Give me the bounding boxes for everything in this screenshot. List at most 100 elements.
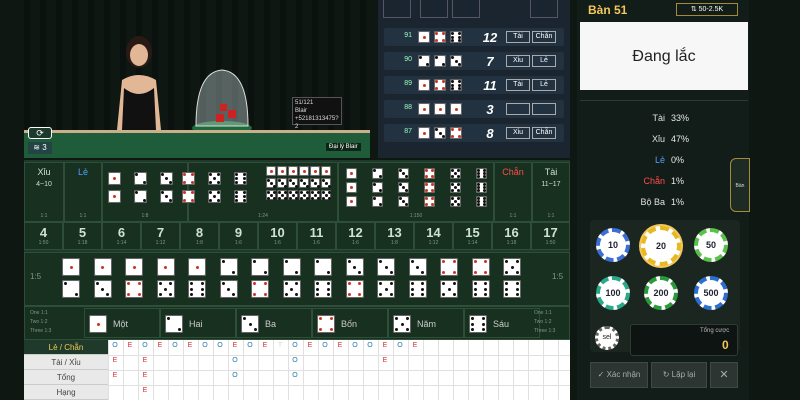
- combo-cell[interactable]: [93, 258, 112, 298]
- die-6: [188, 280, 206, 298]
- combo-cell[interactable]: [125, 258, 143, 298]
- combo-cell[interactable]: [156, 258, 175, 298]
- pip: [384, 287, 388, 291]
- roadmap-tab[interactable]: Hạng: [24, 385, 108, 400]
- number-cell-4[interactable]: 4 1:50: [24, 222, 63, 250]
- pip: [431, 189, 435, 193]
- number-cell-12[interactable]: 12 1:6: [336, 222, 375, 250]
- die-5: [450, 182, 461, 193]
- pip: [242, 191, 246, 195]
- number-odds: 1:6: [274, 240, 281, 246]
- pip: [358, 282, 362, 286]
- chip-10[interactable]: 10: [596, 228, 630, 262]
- pip: [379, 260, 383, 264]
- chip-500[interactable]: 500: [694, 276, 728, 310]
- combo-cell[interactable]: [345, 258, 364, 298]
- result-badge: Chẵn: [532, 127, 556, 139]
- chip-20[interactable]: 20: [641, 226, 681, 266]
- die-4: [125, 280, 143, 298]
- pip: [458, 87, 462, 91]
- number-cell-15[interactable]: 15 1:14: [453, 222, 492, 250]
- die-1: [188, 258, 206, 276]
- number-cell-7[interactable]: 7 1:12: [141, 222, 180, 250]
- number-cell-13[interactable]: 13 1:8: [375, 222, 414, 250]
- pip: [161, 173, 165, 177]
- pip: [127, 282, 131, 286]
- combo-cell[interactable]: [188, 258, 206, 298]
- bet-cell[interactable]: Chẵn 1:1: [494, 162, 532, 222]
- pip: [269, 193, 273, 197]
- pip: [164, 265, 167, 269]
- pip: [431, 168, 435, 172]
- bet-limit-badge[interactable]: ⇅ 50-2.5K: [676, 3, 738, 16]
- die-6: [476, 196, 487, 207]
- pip: [450, 83, 454, 87]
- pip: [221, 282, 225, 286]
- combo-cell[interactable]: [377, 258, 395, 298]
- number-cell-17[interactable]: 17 1:50: [531, 222, 570, 250]
- bet-cell[interactable]: Tài 11~17 1:1: [532, 162, 570, 222]
- pip: [431, 203, 435, 207]
- number-cell-16[interactable]: 16 1:18: [492, 222, 531, 250]
- live-video: 51/121 Blair +52181313475?2: [24, 0, 370, 158]
- pip: [484, 292, 488, 296]
- number-cell-6[interactable]: 6 1:14: [102, 222, 141, 250]
- clear-button[interactable]: ✕: [710, 362, 738, 388]
- number-cell-10[interactable]: 10 1:6: [258, 222, 297, 250]
- bet-odds: 1:1: [40, 213, 48, 219]
- combo-cell[interactable]: [471, 258, 490, 298]
- pip: [452, 282, 456, 286]
- pip: [263, 282, 267, 286]
- pip: [200, 287, 204, 291]
- round-sum: 8: [486, 126, 494, 141]
- pip: [372, 182, 376, 186]
- bet-cell[interactable]: Lẻ 1:1: [64, 162, 102, 222]
- die-5: [208, 172, 221, 185]
- pip: [405, 317, 409, 321]
- chip-50[interactable]: 50: [694, 228, 728, 262]
- die-5: [282, 280, 301, 298]
- combo-cell[interactable]: [440, 258, 458, 298]
- face-cell[interactable]: Bốn: [312, 308, 388, 338]
- combo-cell[interactable]: [251, 258, 269, 298]
- confirm-button[interactable]: ✓ Xác nhận: [590, 362, 648, 388]
- number-odds: 1:12: [155, 240, 166, 246]
- pip: [164, 287, 167, 291]
- repeat-button[interactable]: ↻ Lặp lại: [651, 362, 707, 388]
- combo-cell[interactable]: [219, 258, 238, 298]
- stat-label: Bộ Ba: [640, 197, 665, 207]
- number-cell-8[interactable]: 8 1:8: [180, 222, 219, 250]
- face-cell[interactable]: Một: [84, 308, 160, 338]
- chip-100[interactable]: 100: [596, 276, 630, 310]
- face-cell[interactable]: Ba: [236, 308, 312, 338]
- number-cell-5[interactable]: 5 1:18: [63, 222, 102, 250]
- pip: [310, 190, 314, 194]
- face-cell[interactable]: Năm: [388, 308, 464, 338]
- pip: [434, 55, 438, 59]
- face-cell[interactable]: Sáu: [464, 308, 540, 338]
- combo-cell[interactable]: [408, 258, 427, 298]
- bet-odds: 1:24: [258, 213, 268, 219]
- select-chip-button[interactable]: sel: [595, 326, 619, 350]
- roadmap-tab[interactable]: Tổng: [24, 370, 108, 385]
- combo-cell[interactable]: [62, 258, 80, 298]
- combo-cell[interactable]: [314, 258, 332, 298]
- pip: [434, 127, 438, 131]
- number-cell-9[interactable]: 9 1:6: [219, 222, 258, 250]
- number-label: 5: [78, 225, 87, 240]
- pip: [426, 63, 430, 67]
- number-cell-14[interactable]: 14 1:12: [414, 222, 453, 250]
- number-cell-11[interactable]: 11 1:6: [297, 222, 336, 250]
- chip-200[interactable]: 200: [644, 276, 678, 310]
- camera-switch-icon[interactable]: ⟳: [28, 127, 52, 139]
- bet-cell[interactable]: Xỉu 4~10 1:1: [24, 162, 64, 222]
- result-badge: [532, 103, 556, 115]
- bet-cell[interactable]: 1:150: [338, 162, 494, 222]
- combo-cell[interactable]: [503, 258, 521, 298]
- roadmap-tab[interactable]: Lẻ / Chẵn: [24, 340, 108, 355]
- face-cell[interactable]: Hai: [160, 308, 236, 338]
- roadmap-tab[interactable]: Tài / Xỉu: [24, 355, 108, 370]
- pip: [168, 180, 172, 184]
- pip: [327, 190, 331, 194]
- combo-cell[interactable]: [282, 258, 301, 298]
